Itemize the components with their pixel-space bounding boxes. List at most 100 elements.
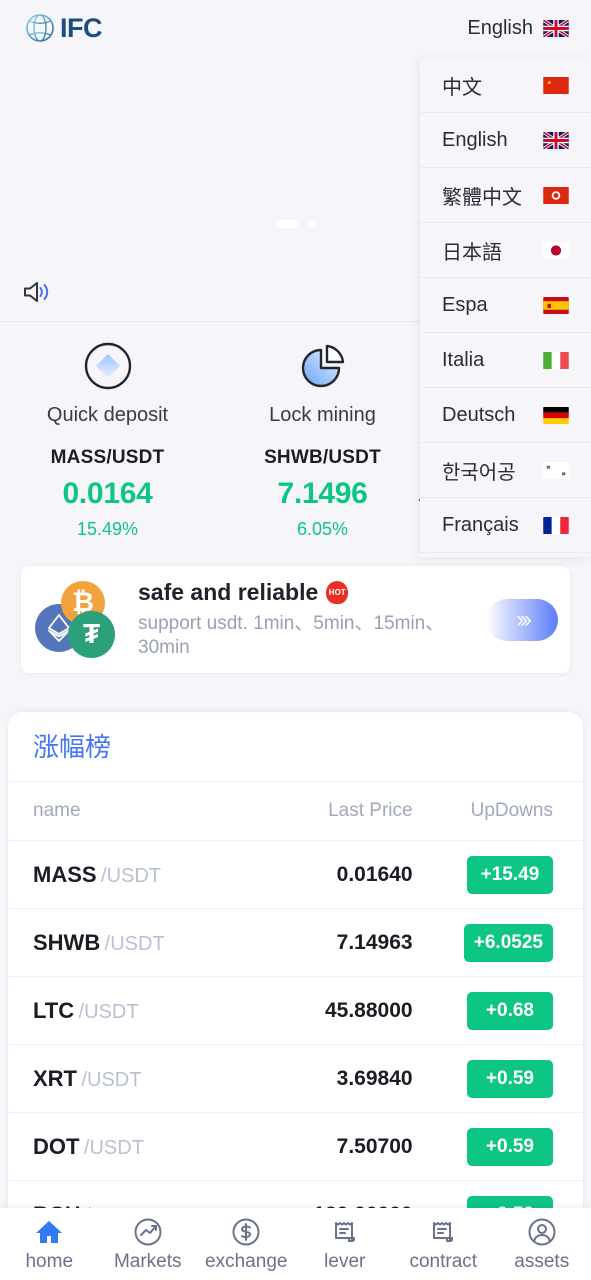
globe-icon — [24, 12, 56, 44]
language-option-zh-hant[interactable]: 繁體中文 — [420, 168, 591, 223]
tab-exchange[interactable]: exchange — [197, 1216, 296, 1273]
column-header-change: UpDowns — [470, 800, 553, 821]
brand-name: IFC — [60, 12, 103, 43]
tab-label: lever — [324, 1250, 366, 1272]
language-option-de[interactable]: Deutsch — [420, 388, 591, 443]
language-option-label: Espa — [442, 293, 488, 316]
row-price: 7.50700 — [336, 1134, 413, 1158]
tab-label: contract — [409, 1250, 478, 1272]
brand-logo[interactable]: IFC — [24, 12, 103, 44]
table-row[interactable]: SHWB /USDT 7.14963 +6.0525 — [8, 908, 583, 976]
row-symbol: DOT /USDT — [33, 1134, 251, 1160]
row-base: DOT — [33, 1133, 80, 1159]
quick-action-lock-mining[interactable]: Lock mining SHWB/USDT 7.1496 6.05% — [215, 340, 430, 540]
language-option-fr[interactable]: Français — [420, 498, 591, 553]
language-selector[interactable]: English — [467, 17, 569, 40]
tab-label: exchange — [205, 1250, 288, 1272]
language-option-label: Deutsch — [442, 403, 516, 426]
tab-assets[interactable]: assets — [493, 1216, 591, 1273]
tab-label: home — [25, 1250, 74, 1272]
quick-action-label: Quick deposit — [46, 404, 169, 426]
table-row[interactable]: LTC /USDT 45.88000 +0.68 — [8, 976, 583, 1044]
promo-banner-go-button[interactable]: ››› — [486, 598, 558, 641]
table-row[interactable]: XRT /USDT 3.69840 +0.59 — [8, 1044, 583, 1112]
language-option-label: 中文 — [442, 76, 482, 99]
row-change-cell: +0.59 — [413, 1059, 553, 1098]
promo-banner-title-row: safe and reliable HOT — [138, 579, 480, 606]
status-badge: +0.68 — [466, 991, 553, 1030]
flag-hk-icon — [543, 186, 569, 204]
gainers-ranking-card: 涨幅榜 name Last Price UpDowns MASS /USDT 0… — [8, 712, 583, 1212]
row-base: XRT — [33, 1065, 77, 1091]
column-header-name: name — [33, 800, 81, 821]
status-badge: +15.49 — [466, 855, 553, 894]
bottom-tab-bar: home Markets exchange lever contract ass… — [0, 1208, 591, 1280]
dollar-circle-icon — [230, 1216, 262, 1248]
double-chevron-right-icon: ››› — [516, 605, 532, 633]
row-change-cell: +6.0525 — [413, 923, 553, 962]
tab-home[interactable]: home — [0, 1216, 99, 1273]
quick-action-label: Lock mining — [269, 404, 376, 426]
table-row[interactable]: DOT /USDT 7.50700 +0.59 — [8, 1112, 583, 1180]
announcement-bar[interactable] — [0, 262, 430, 322]
language-option-es[interactable]: Espa — [420, 278, 591, 333]
ranking-title: 涨幅榜 — [8, 712, 583, 782]
row-quote: /USDT — [101, 864, 162, 887]
flag-uk-icon — [543, 20, 569, 37]
quick-actions-row: Quick deposit MASS/USDT 0.0164 15.49% Lo… — [0, 340, 430, 540]
speaker-icon — [22, 279, 52, 305]
language-option-label: Français — [442, 513, 519, 536]
flag-it-icon — [543, 351, 569, 369]
quick-action-quick-deposit[interactable]: Quick deposit MASS/USDT 0.0164 15.49% — [0, 340, 215, 540]
flag-fr-icon — [543, 516, 569, 534]
tab-contract[interactable]: contract — [394, 1216, 493, 1273]
promo-banner-title: safe and reliable — [138, 579, 319, 606]
ticker-change: 6.05% — [296, 519, 349, 539]
row-symbol: MASS /USDT — [33, 862, 251, 888]
language-current-label: English — [467, 17, 533, 39]
language-option-label: 繁體中文 — [442, 186, 522, 209]
carousel-dot-0[interactable] — [275, 220, 298, 228]
language-option-zh[interactable]: 中文 ★ — [420, 58, 591, 113]
ticker-price: 0.0164 — [62, 477, 153, 510]
row-base: SHWB — [33, 929, 101, 955]
promo-banner-subtitle: support usdt. 1min、5min、15min、30min — [138, 613, 445, 658]
home-icon — [33, 1216, 65, 1248]
row-quote: /USDT — [104, 932, 165, 955]
ticker-price: 7.1496 — [277, 477, 368, 510]
tab-lever[interactable]: lever — [296, 1216, 395, 1273]
promo-banner-text: safe and reliable HOT support usdt. 1min… — [128, 579, 486, 660]
table-row[interactable]: MASS /USDT 0.01640 +15.49 — [8, 840, 583, 908]
row-price: 0.01640 — [336, 862, 413, 886]
ranking-table-header: name Last Price UpDowns — [8, 782, 583, 840]
row-symbol: XRT /USDT — [33, 1066, 251, 1092]
flag-jp-icon — [543, 241, 569, 259]
row-quote: /USDT — [78, 1000, 139, 1023]
language-option-it[interactable]: Italia — [420, 333, 591, 388]
status-badge: +0.59 — [466, 1127, 553, 1166]
promo-banner[interactable]: ₿ ₮ safe and reliable HOT support usdt. … — [21, 566, 570, 673]
hot-badge-icon: HOT — [326, 581, 349, 605]
language-option-ja[interactable]: 日本語 — [420, 223, 591, 278]
flag-es-icon — [543, 296, 569, 314]
row-change-cell: +15.49 — [413, 855, 553, 894]
pie-chart-icon — [297, 340, 349, 392]
row-quote: /USDT — [83, 1136, 144, 1159]
ticker-pair: SHWB/USDT — [264, 447, 381, 468]
language-option-ko[interactable]: 한국어공 — [420, 443, 591, 498]
tab-markets[interactable]: Markets — [99, 1216, 198, 1273]
row-quote: /USDT — [81, 1068, 142, 1091]
language-dropdown[interactable]: 中文 ★ English 繁體中文 日本語 Espa Italia Deutsc… — [420, 58, 591, 557]
language-option-en[interactable]: English — [420, 113, 591, 168]
language-option-label: 한국어공 — [442, 461, 516, 484]
flag-uk-icon — [543, 131, 569, 149]
diamond-circle-icon — [82, 340, 134, 392]
tether-icon: ₮ — [68, 610, 115, 658]
user-circle-icon — [526, 1216, 558, 1248]
column-header-price: Last Price — [328, 800, 413, 821]
flag-de-icon — [543, 406, 569, 424]
carousel-dot-1[interactable] — [307, 220, 316, 228]
status-badge: +0.59 — [466, 1059, 553, 1098]
flag-cn-icon: ★ — [543, 76, 569, 94]
ticker-pair: MASS/USDT — [50, 447, 165, 468]
